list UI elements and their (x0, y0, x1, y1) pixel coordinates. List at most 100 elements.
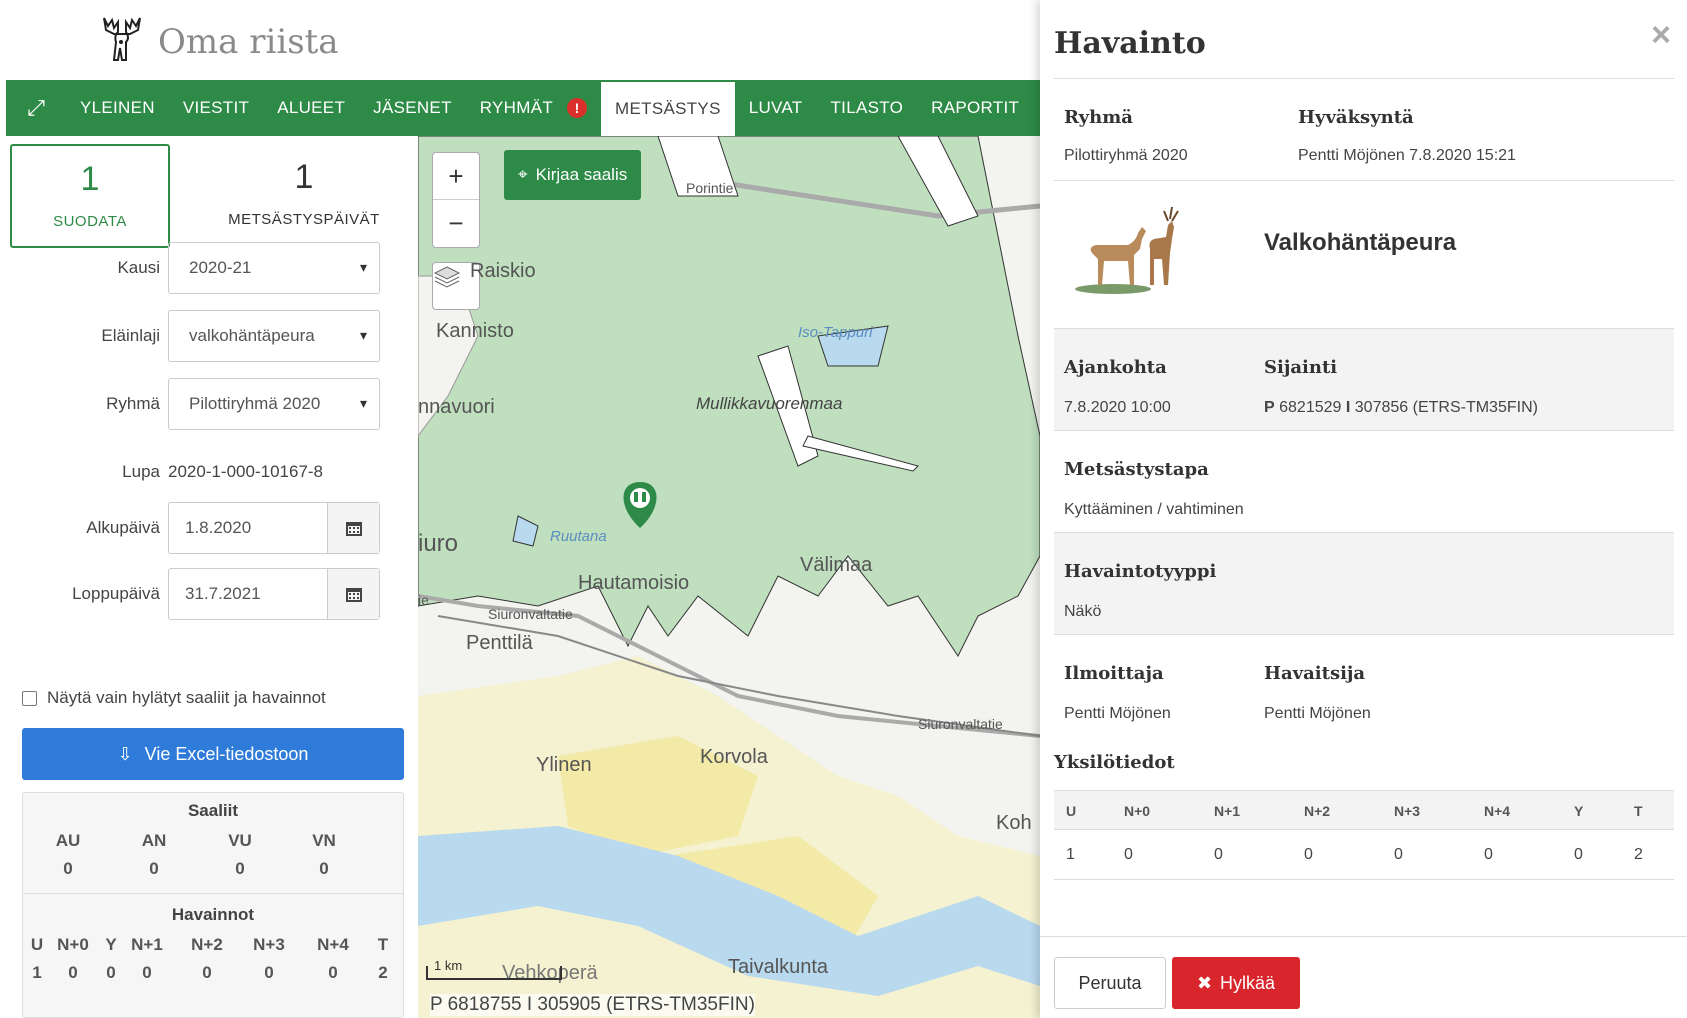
stat-header: T (377, 935, 389, 954)
app-root: Oma riista ⤢ YLEINEN VIESTIT ALUEET JÄSE… (0, 0, 1687, 1018)
nav-yleinen[interactable]: YLEINEN (66, 80, 169, 136)
map-label: Siuronvaltatie (918, 716, 1003, 732)
saaliit-vn: VN 0 (309, 831, 339, 879)
ryhma-row: Ryhmä Pilottiryhmä 2020 ▾ (6, 378, 418, 432)
havaitsija-label: Havaitsija (1264, 663, 1366, 684)
ryhma-label: Ryhmä (106, 394, 160, 413)
elainlaji-select[interactable]: valkohäntäpeura ▾ (168, 310, 380, 362)
zoom-in-button[interactable]: + (433, 153, 479, 200)
elainlaji-row: Eläinlaji valkohäntäpeura ▾ (6, 310, 418, 364)
kausi-select[interactable]: 2020-21 ▾ (168, 242, 380, 294)
map-label: Iso-Tappuri (798, 324, 873, 341)
ryhma-select[interactable]: Pilottiryhmä 2020 ▾ (168, 378, 380, 430)
chevron-down-icon: ▾ (359, 395, 367, 411)
nav-label: JÄSENET (373, 98, 452, 117)
map-label: Porintie (686, 180, 734, 196)
nav-label: METSÄSTYS (615, 99, 721, 118)
saaliit-an: AN 0 (139, 831, 169, 879)
map-label: Raiskio (470, 260, 536, 282)
nav-jasenet[interactable]: JÄSENET (359, 80, 466, 136)
ajankohta-label: Ajankohta (1064, 357, 1167, 378)
table-header: N+0 (1124, 803, 1151, 819)
export-label: Vie Excel-tiedostoon (144, 743, 309, 764)
table-cell: 0 (1124, 846, 1133, 863)
coordinate-readout: P 6818755 I 305905 (ETRS-TM35FIN) (430, 994, 755, 1016)
loppupaiva-label: Loppupäivä (72, 584, 160, 603)
reject-button[interactable]: ✖ Hylkää (1172, 957, 1300, 1009)
table-header: N+2 (1304, 803, 1331, 819)
kausi-label: Kausi (117, 258, 160, 277)
scale-bar: 1 km (426, 958, 562, 980)
map-view[interactable]: + − ⌖ Kirjaa saalis Raiskio Kannisto nna… (418, 136, 1040, 1018)
nav-tilasto[interactable]: TILASTO (817, 80, 918, 136)
nav-metsastys[interactable]: METSÄSTYS (601, 82, 735, 136)
stat-value: 0 (264, 963, 274, 982)
close-icon[interactable]: × (1651, 16, 1671, 55)
crosshair-icon: ⌖ (518, 165, 528, 184)
stat-value: 0 (235, 859, 245, 878)
stat-header: AN (141, 831, 167, 850)
table-header: N+4 (1484, 803, 1511, 819)
reject-label: Hylkää (1220, 972, 1276, 993)
table-cell: 0 (1394, 846, 1403, 863)
table-header: Y (1574, 803, 1584, 819)
observation-modal: Havainto × Ryhmä Pilottiryhmä 2020 Hyväk… (1040, 0, 1687, 1018)
ilmoittaja-label: Ilmoittaja (1064, 663, 1164, 684)
people-section: Ilmoittaja Pentti Möjönen Havaitsija Pen… (1054, 634, 1674, 736)
nav-ryhmat[interactable]: RYHMÄT! (466, 80, 601, 136)
loppupaiva-row: Loppupäivä 31.7.2021 (6, 568, 418, 622)
tab-suodata[interactable]: 1 SUODATA (10, 144, 170, 248)
havainnot-n4: N+4 0 (315, 935, 351, 983)
map-label: Mullikkavuorenmaa (696, 394, 843, 413)
elainlaji-label: Eläinlaji (101, 326, 160, 345)
nav-raportit[interactable]: RAPORTIT (917, 80, 1033, 136)
close-icon: ✖ (1196, 972, 1213, 993)
zoom-out-button[interactable]: − (433, 200, 479, 247)
log-catch-button[interactable]: ⌖ Kirjaa saalis (504, 150, 642, 200)
nav-luvat[interactable]: LUVAT (735, 80, 817, 136)
havainnot-n3: N+3 0 (251, 935, 287, 983)
hyvaksynta-value: Pentti Möjönen 7.8.2020 15:21 (1298, 147, 1516, 164)
loppupaiva-field[interactable]: 31.7.2021 (168, 568, 380, 620)
cancel-button[interactable]: Peruuta (1054, 957, 1166, 1009)
modal-footer: Peruuta ✖ Hylkää (1040, 936, 1687, 1018)
map-label: Kannisto (436, 320, 514, 342)
ryhma-value: Pilottiryhmä 2020 (1064, 147, 1188, 164)
moose-logo-icon[interactable] (96, 12, 146, 68)
saaliit-title: Saaliit (187, 801, 239, 820)
loppupaiva-value: 31.7.2021 (185, 584, 261, 603)
chevron-down-icon: ▾ (359, 259, 367, 275)
deer-image (1075, 206, 1179, 294)
alkupaiva-label: Alkupäivä (86, 518, 160, 537)
sijainti-prefix: P (1264, 399, 1275, 416)
stat-value: 0 (149, 859, 159, 878)
table-row: 1 0 0 0 0 0 0 2 (1054, 830, 1674, 880)
tab-metsastyspaivat[interactable]: 1 METSÄSTYSPÄIVÄT (186, 144, 422, 248)
stat-value: 0 (328, 963, 338, 982)
nav-viestit[interactable]: VIESTIT (169, 80, 263, 136)
havainnot-t: T2 (373, 935, 393, 983)
calendar-icon[interactable] (327, 503, 379, 553)
table-cell: 1 (1066, 846, 1075, 863)
calendar-icon[interactable] (327, 569, 379, 619)
lupa-value: 2020-1-000-10167-8 (168, 462, 324, 481)
stat-header: VN (312, 831, 336, 850)
nav-label: LUVAT (748, 98, 803, 117)
tab-label: SUODATA (53, 213, 127, 230)
ilmoittaja-value: Pentti Möjönen (1064, 705, 1171, 722)
alkupaiva-field[interactable]: 1.8.2020 (168, 502, 380, 554)
stat-value: 0 (68, 963, 78, 982)
rejected-only-toggle[interactable]: Näytä vain hylätyt saaliit ja havainnot (22, 688, 326, 708)
map-label: Ylinen (536, 754, 592, 776)
checkbox[interactable] (22, 690, 37, 706)
table-header: U (1066, 803, 1077, 819)
sijainti-north: 6821529 (1279, 399, 1342, 416)
nav-alueet[interactable]: ALUEET (263, 80, 359, 136)
brand-title[interactable]: Oma riista (158, 22, 339, 62)
expand-icon[interactable]: ⤢ (6, 80, 66, 136)
header: Oma riista (0, 0, 1040, 80)
tab-label: METSÄSTYSPÄIVÄT (228, 211, 380, 228)
export-excel-button[interactable]: ⇩ Vie Excel-tiedostoon (22, 728, 404, 780)
alkupaiva-value: 1.8.2020 (185, 518, 252, 537)
havainnot-n0: N+0 0 (55, 935, 91, 983)
